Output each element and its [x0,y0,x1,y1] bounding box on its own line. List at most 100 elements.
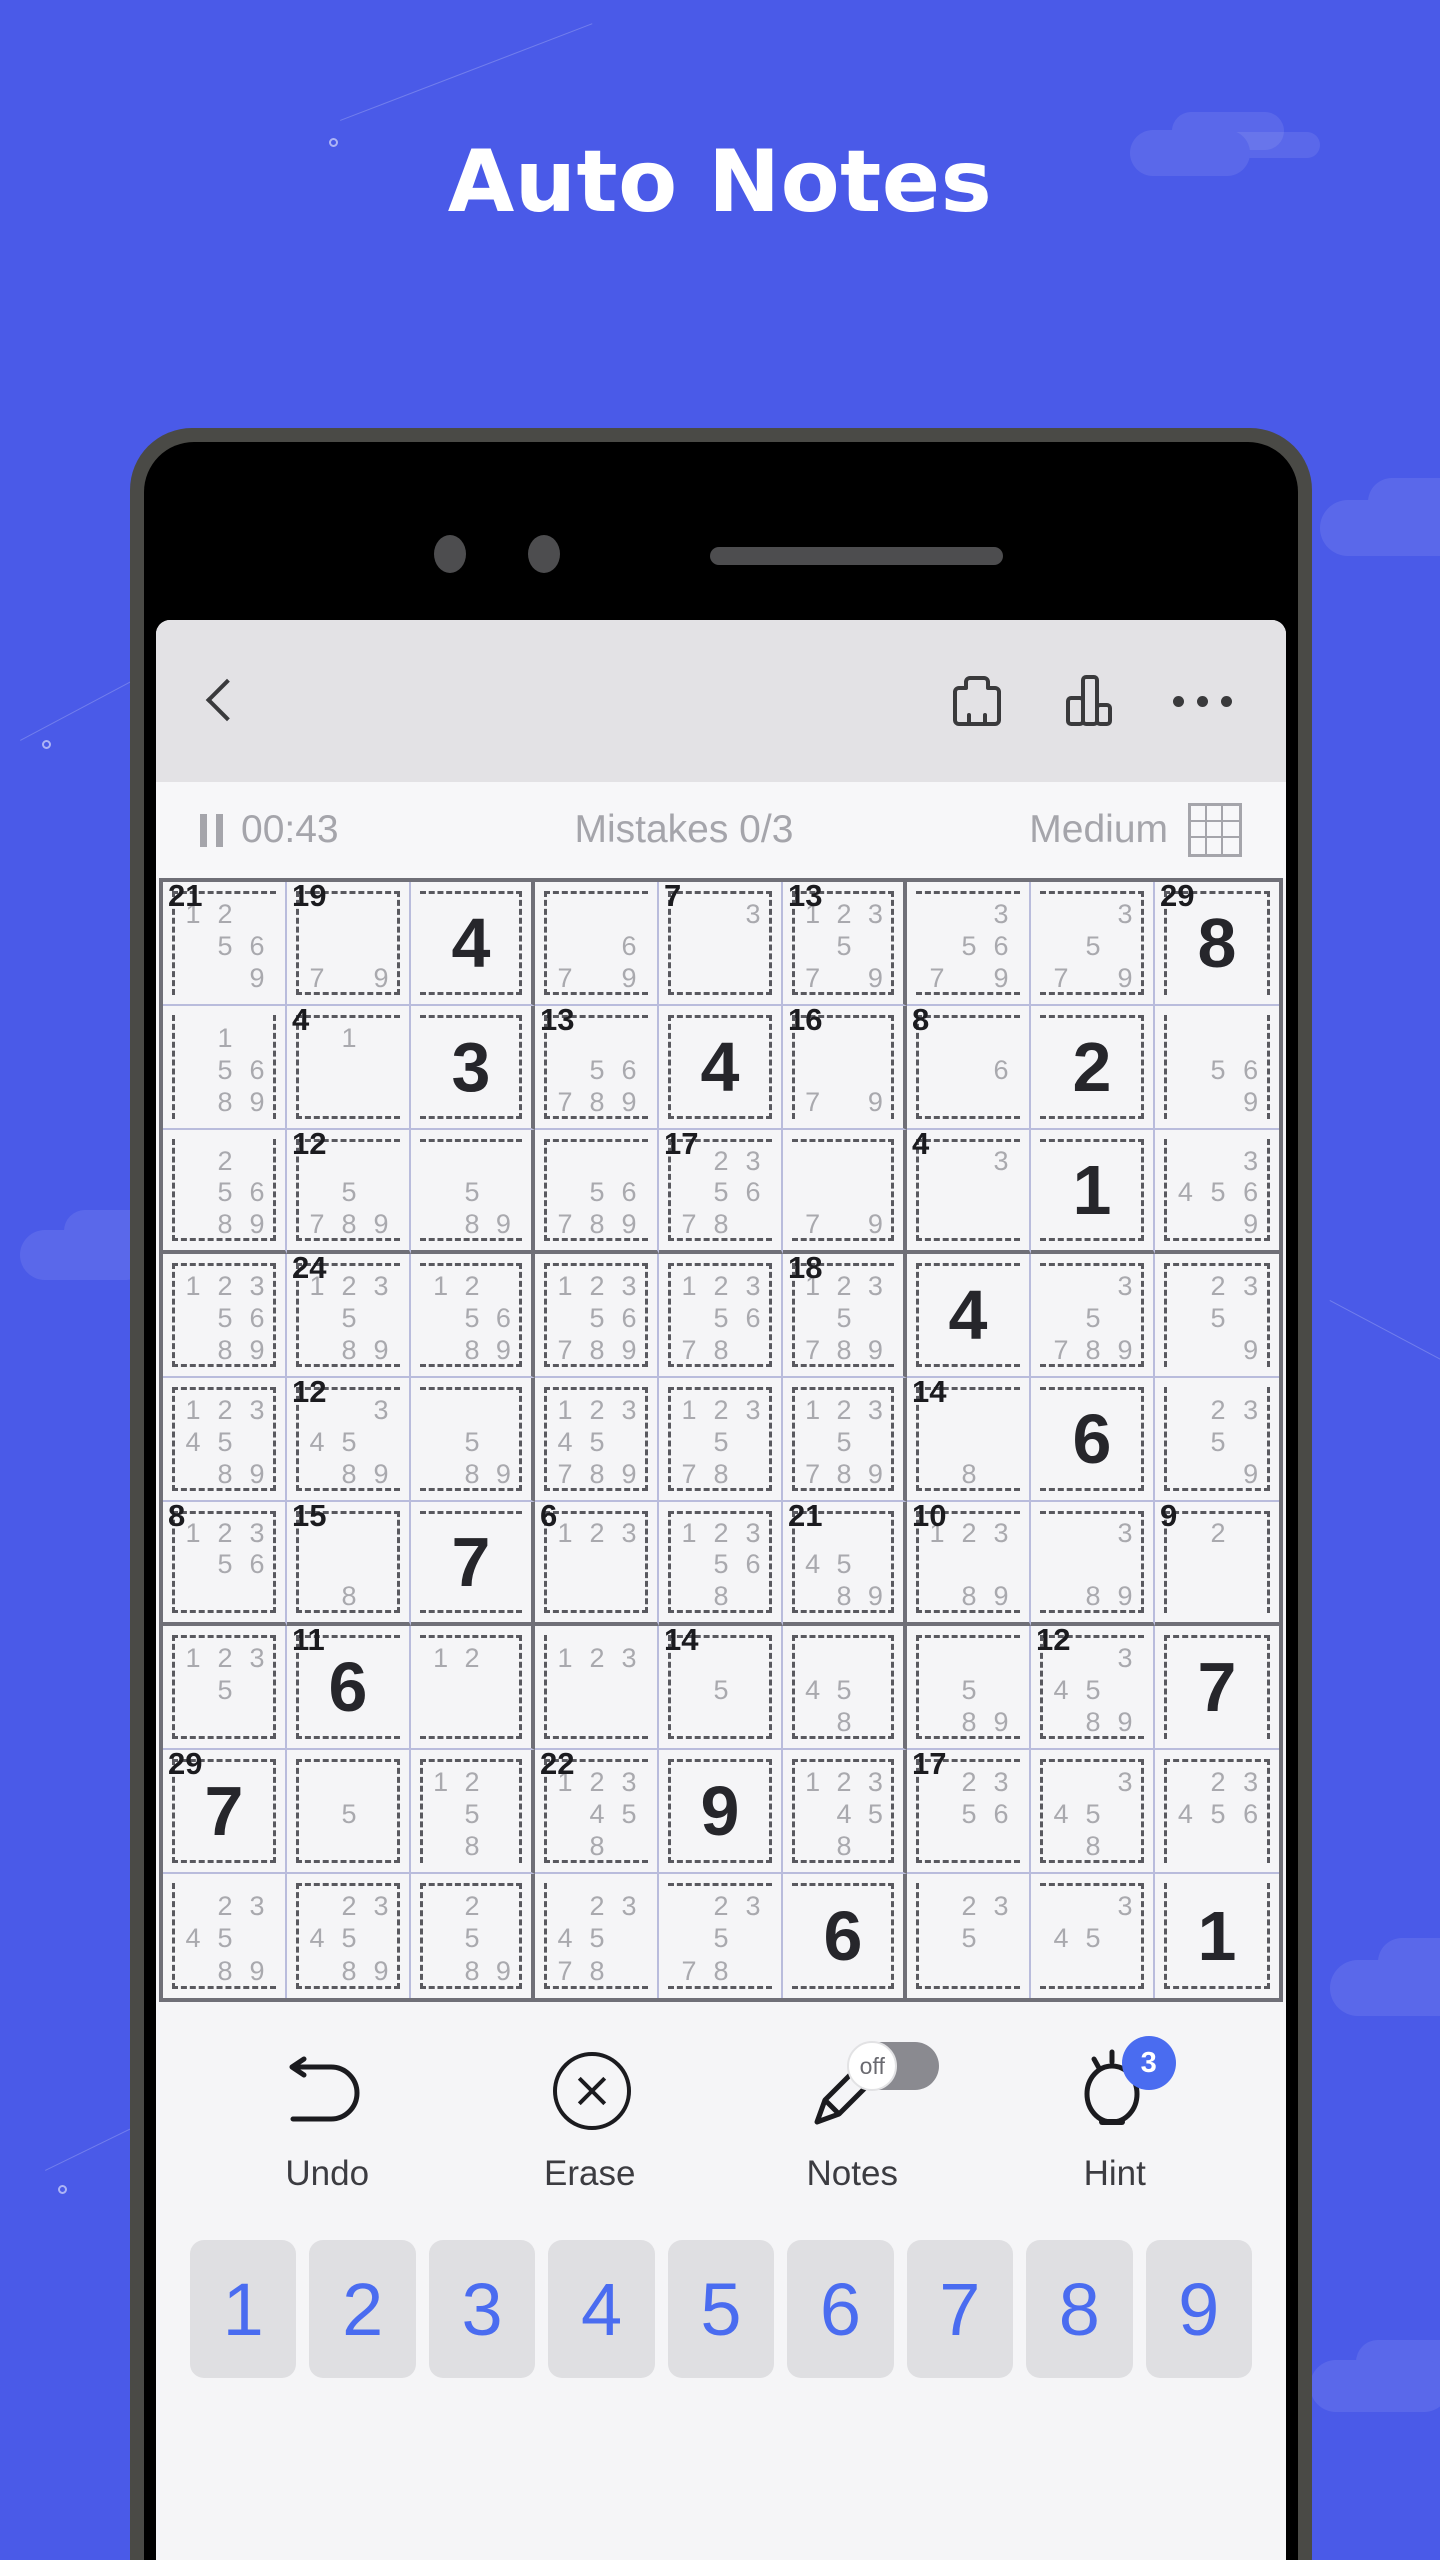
sudoku-cell[interactable]: 569 [1155,1006,1279,1130]
sudoku-cell[interactable]: 79 [783,1130,907,1254]
sudoku-cell[interactable]: 357 9 [1031,882,1155,1006]
sudoku-cell[interactable]: 356 7 9 [907,882,1031,1006]
sudoku-cell[interactable]: 43 [907,1128,1031,1254]
sudoku-cell[interactable]: 235 [907,1874,1031,1998]
notes-button[interactable]: off Notes [721,2041,984,2194]
sudoku-cell[interactable]: 13 1 2 3 5 7 9 [783,880,907,1006]
sudoku-cell[interactable]: 6 7 9 [535,882,659,1006]
sudoku-cell[interactable]: 24 1 2 3 5 8 9 [287,1252,411,1378]
sudoku-cell[interactable]: 19 7 9 [287,880,411,1006]
sudoku-cell[interactable]: 13 5 6 7 8 9 [535,1004,659,1130]
sudoku-cell[interactable]: 23 456 [1155,1750,1279,1874]
sudoku-cell[interactable]: 123 [535,1626,659,1750]
sudoku-cell[interactable]: 9 [659,1750,783,1874]
sudoku-cell[interactable]: 1234589 [287,1376,411,1502]
number-key-5[interactable]: 5 [667,2240,775,2378]
sudoku-cell[interactable]: 23 4589 [287,1874,411,1998]
sudoku-cell[interactable]: 12356 78 [659,1254,783,1378]
sudoku-board[interactable]: 21 1 2 5 6 9 19 7 9 4 6 7 9 7 3 13 1 2 3 5 7 9 3 5 6 7 9 3 5 7 9 29 8 1 5 6… [159,878,1283,2002]
sudoku-cell[interactable]: 3 45 [1031,1874,1155,1998]
sudoku-cell[interactable]: 6123 [535,1500,659,1626]
sudoku-cell[interactable]: 123458 [783,1750,907,1874]
sudoku-cell[interactable]: 4 [411,882,535,1006]
sudoku-cell[interactable]: 17 2 3 5 6 7 8 [659,1128,783,1254]
sudoku-cell[interactable]: 25689 [163,1130,287,1254]
sudoku-cell[interactable]: 10 1 2 3 8 9 [907,1500,1031,1626]
sudoku-cell[interactable]: 1235 [163,1626,287,1750]
sudoku-cell[interactable]: 12 5 7 8 9 [287,1128,411,1254]
bar-chart-icon[interactable] [1065,672,1113,730]
sudoku-cell[interactable]: 15 8 [287,1500,411,1626]
sudoku-cell[interactable]: 17 2 3 5 6 [907,1748,1031,1874]
undo-button[interactable]: Undo [196,2048,459,2194]
sudoku-cell[interactable]: 5 [287,1750,411,1874]
sudoku-cell[interactable]: 6 [1031,1378,1155,1502]
sudoku-cell[interactable]: 1235789 [783,1378,907,1502]
number-key-8[interactable]: 8 [1026,2240,1133,2378]
sudoku-cell[interactable]: 21 4 5 8 9 [783,1500,907,1626]
number-key-2[interactable]: 2 [309,2240,416,2378]
sudoku-cell[interactable]: 11 6 [287,1624,411,1750]
sudoku-cell[interactable]: 1235689 [163,1254,287,1378]
sudoku-cell[interactable]: 1 [1155,1874,1279,1998]
sudoku-cell[interactable]: 812356 [163,1500,287,1626]
pause-icon[interactable] [200,813,223,847]
sudoku-cell[interactable]: 389 [1031,1502,1155,1626]
sudoku-cell[interactable]: 22 1 2 3 4 5 8 [535,1748,659,1874]
sudoku-cell[interactable]: 3 4569 [1155,1130,1279,1254]
sudoku-cell[interactable]: 2589 [411,1874,535,1998]
sudoku-cell[interactable]: 125689 [411,1254,535,1378]
sudoku-cell[interactable]: 14 5 [659,1624,783,1750]
sudoku-cell[interactable]: 7 [1155,1626,1279,1750]
sudoku-cell[interactable]: 35789 [1031,1254,1155,1378]
sudoku-cell[interactable]: 23578 [659,1874,783,1998]
sudoku-cell[interactable]: 29 7 [163,1748,287,1874]
sudoku-cell[interactable]: 16 7 9 [783,1004,907,1130]
sudoku-cell[interactable]: 589 [411,1130,535,1254]
sudoku-cell[interactable]: 4 [907,1254,1031,1378]
sudoku-cell[interactable]: 123568 [659,1502,783,1626]
puzzle-piece-icon[interactable] [949,672,1005,730]
sudoku-cell[interactable]: 41 [287,1004,411,1130]
hint-button[interactable]: 3 Hint [984,2036,1247,2194]
sudoku-cell[interactable]: 3 458 [1031,1750,1155,1874]
number-key-4[interactable]: 4 [548,2240,655,2378]
more-options-icon[interactable] [1173,695,1232,707]
sudoku-cell[interactable]: 1234589 [163,1378,287,1502]
sudoku-cell[interactable]: 123 45789 [535,1378,659,1502]
erase-button[interactable]: Erase [459,2048,722,2194]
sudoku-cell[interactable]: 6 [783,1874,907,1998]
sudoku-cell[interactable]: 458 [783,1626,907,1750]
number-key-3[interactable]: 3 [428,2240,536,2378]
sudoku-cell[interactable]: 2 [1031,1006,1155,1130]
sudoku-cell[interactable]: 56 789 [535,1130,659,1254]
back-chevron-icon[interactable] [200,679,244,723]
sudoku-cell[interactable]: 7 [411,1502,535,1626]
sudoku-cell[interactable]: 1258 [411,1750,535,1874]
sudoku-cell[interactable]: 23 4589 [163,1874,287,1998]
sudoku-cell[interactable]: 12 [411,1626,535,1750]
sudoku-cell[interactable]: 23 4578 [535,1874,659,1998]
sudoku-cell[interactable]: 2359 [1155,1254,1279,1378]
number-key-9[interactable]: 9 [1145,2240,1252,2378]
sudoku-cell[interactable]: 589 [411,1378,535,1502]
sudoku-cell[interactable]: 92 [1155,1500,1279,1626]
sudoku-cell[interactable]: 14 8 [907,1376,1031,1502]
sudoku-cell[interactable]: 1234589 [1031,1624,1155,1750]
sudoku-cell[interactable]: 73 [659,880,783,1006]
sudoku-cell[interactable]: 21 1 2 5 6 9 [163,880,287,1006]
sudoku-cell[interactable]: 123578 [659,1378,783,1502]
sudoku-cell[interactable]: 589 [907,1626,1031,1750]
difficulty-group[interactable]: Medium [1029,803,1242,857]
number-key-7[interactable]: 7 [906,2240,1014,2378]
notes-toggle[interactable]: off [847,2041,940,2091]
sudoku-cell[interactable]: 15689 [163,1006,287,1130]
sudoku-cell[interactable]: 2359 [1155,1378,1279,1502]
sudoku-cell[interactable]: 1 [1031,1130,1155,1254]
sudoku-cell[interactable]: 12356 789 [535,1254,659,1378]
sudoku-cell[interactable]: 3 [411,1006,535,1130]
sudoku-cell[interactable]: 29 8 [1155,880,1279,1006]
number-key-6[interactable]: 6 [787,2240,894,2378]
sudoku-cell[interactable]: 4 [659,1006,783,1130]
number-key-1[interactable]: 1 [190,2240,297,2378]
